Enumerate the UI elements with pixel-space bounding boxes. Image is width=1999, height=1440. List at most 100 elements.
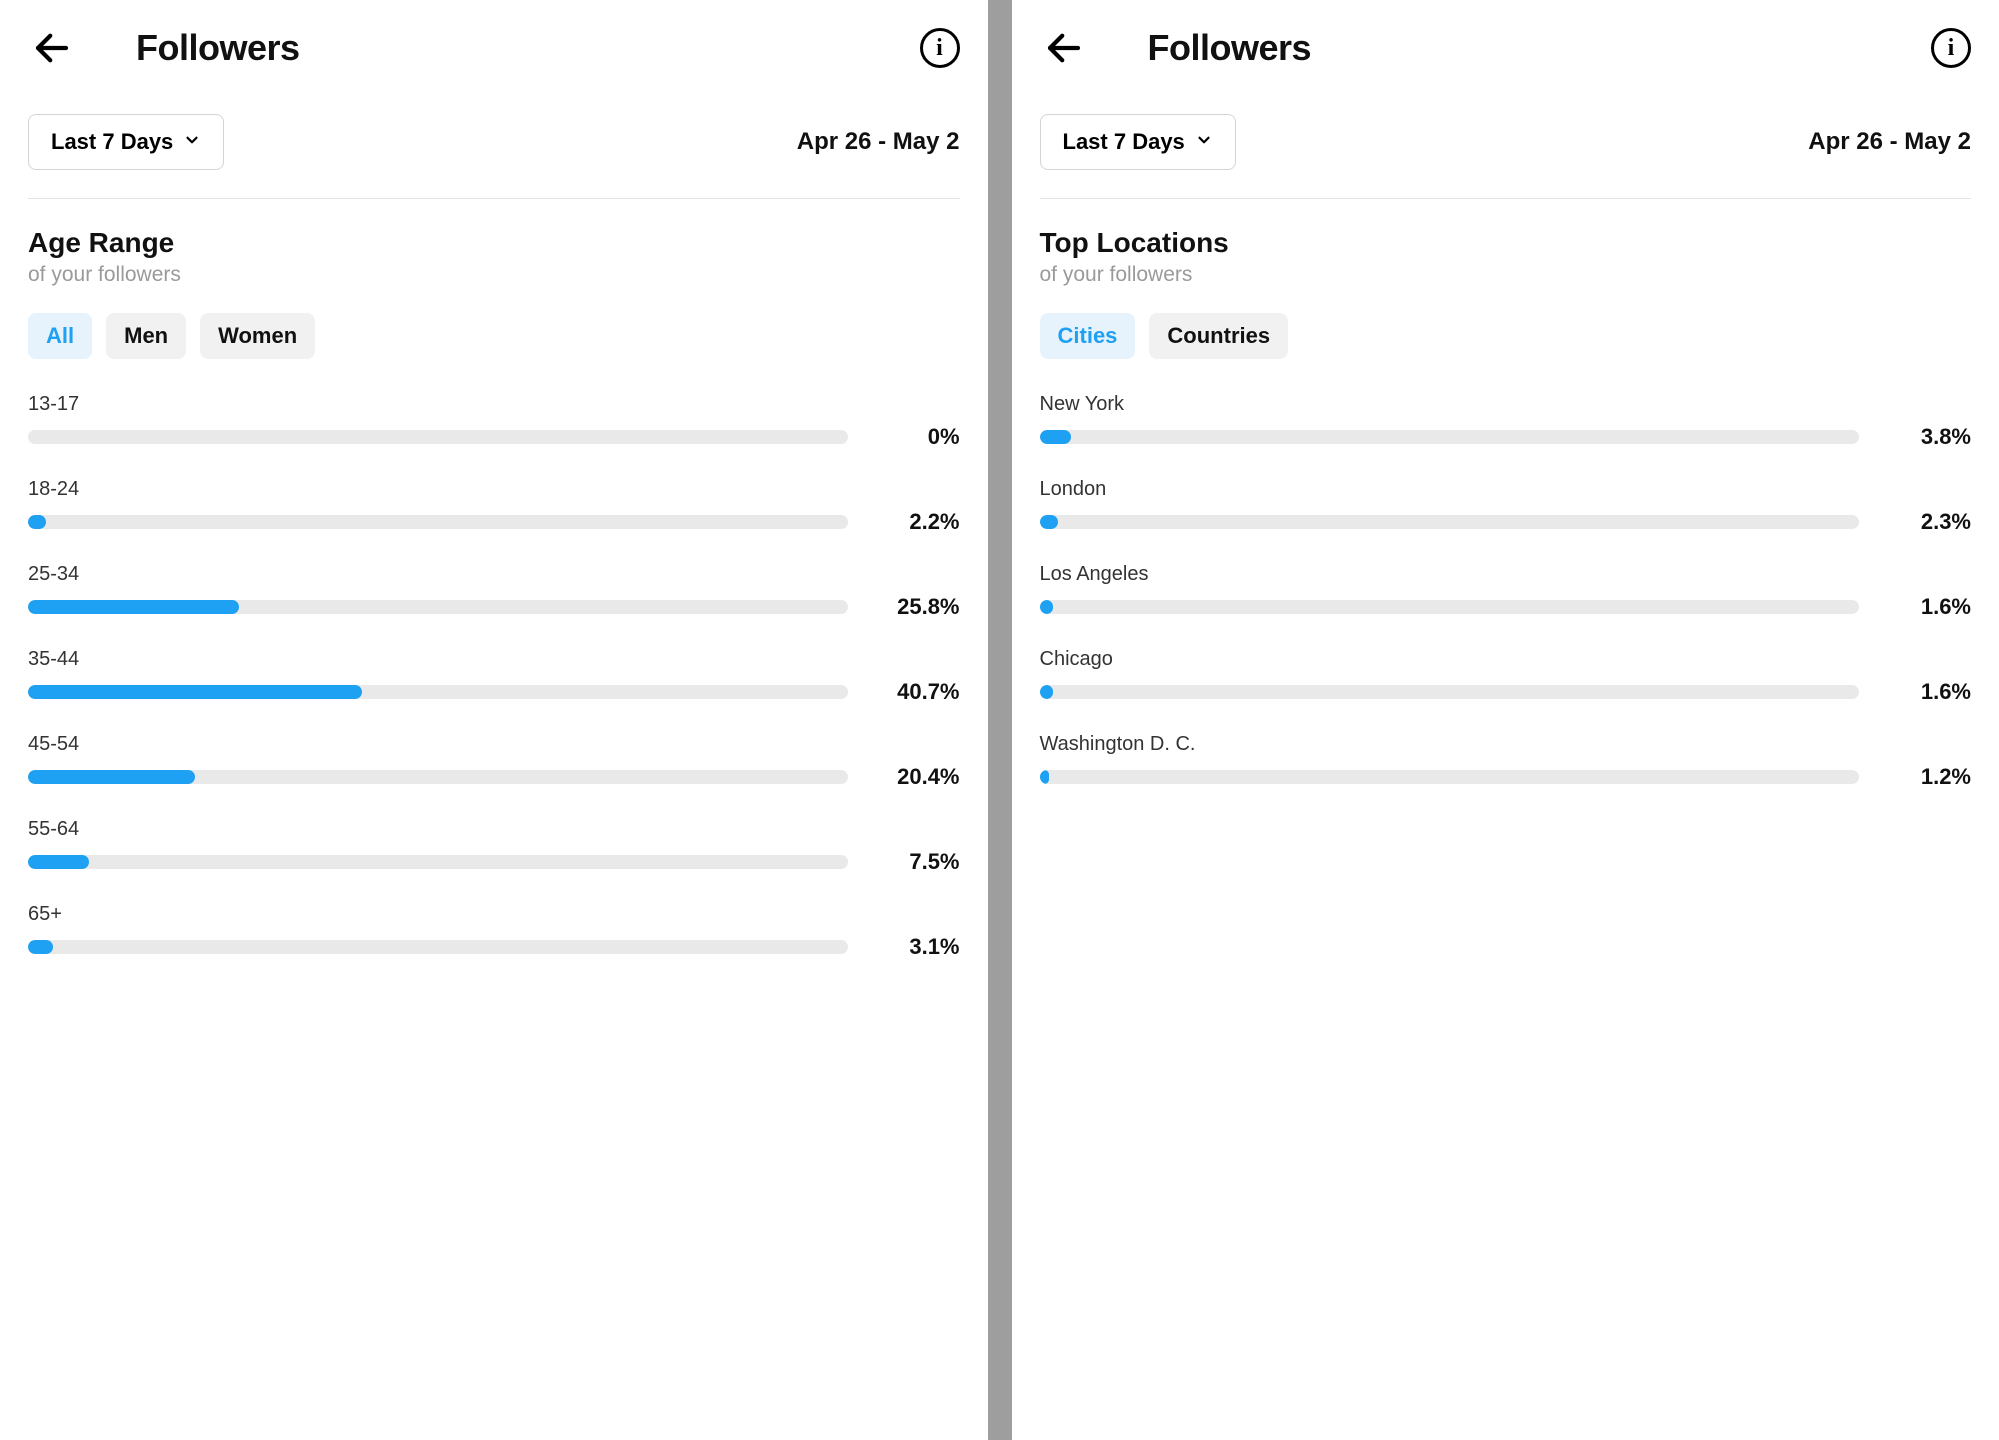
bar-line: 1.6%: [1040, 679, 1972, 705]
header: Followers i: [1040, 24, 1972, 72]
bar-track: [1040, 600, 1860, 614]
header-left: Followers: [28, 24, 300, 72]
bar-value: 25.8%: [870, 594, 960, 620]
bar-label: Los Angeles: [1040, 563, 1972, 586]
bar-value: 1.6%: [1881, 679, 1971, 705]
bar-label: 25-34: [28, 563, 960, 586]
section-title: Top Locations: [1040, 227, 1972, 259]
date-range-text: Apr 26 - May 2: [797, 128, 960, 156]
followers-location-panel: Followers i Last 7 Days Apr 26 - May 2 T…: [1012, 0, 1999, 1440]
range-label: Last 7 Days: [51, 129, 173, 155]
bar-line: 1.2%: [1040, 764, 1972, 790]
bar-label: 55-64: [28, 818, 960, 841]
bar-line: 2.2%: [28, 509, 960, 535]
info-icon[interactable]: i: [920, 28, 960, 68]
bar-track: [28, 600, 848, 614]
bar-value: 2.3%: [1881, 509, 1971, 535]
section-title: Age Range: [28, 227, 960, 259]
bar-row: 35-44 40.7%: [28, 648, 960, 705]
segment-tabs: Cities Countries: [1040, 313, 1972, 359]
bar-label: London: [1040, 478, 1972, 501]
bar-value: 7.5%: [870, 849, 960, 875]
bar-track: [28, 770, 848, 784]
section-subtitle: of your followers: [28, 263, 960, 287]
bar-value: 20.4%: [870, 764, 960, 790]
back-arrow-icon[interactable]: [28, 24, 76, 72]
bar-fill: [28, 855, 89, 869]
bar-row: 25-34 25.8%: [28, 563, 960, 620]
bar-label: 35-44: [28, 648, 960, 671]
header: Followers i: [28, 24, 960, 72]
bar-row: 45-54 20.4%: [28, 733, 960, 790]
filter-row: Last 7 Days Apr 26 - May 2: [28, 114, 960, 199]
header-left: Followers: [1040, 24, 1312, 72]
bar-label: Washington D. C.: [1040, 733, 1972, 756]
bar-line: 0%: [28, 424, 960, 450]
bar-label: 65+: [28, 903, 960, 926]
bar-line: 2.3%: [1040, 509, 1972, 535]
bar-track: [28, 515, 848, 529]
bar-fill: [1040, 685, 1053, 699]
bar-row: London 2.3%: [1040, 478, 1972, 535]
page-title: Followers: [1148, 27, 1312, 69]
date-range-dropdown[interactable]: Last 7 Days: [28, 114, 224, 170]
bar-label: Chicago: [1040, 648, 1972, 671]
bar-line: 1.6%: [1040, 594, 1972, 620]
bar-value: 1.2%: [1881, 764, 1971, 790]
bar-label: 45-54: [28, 733, 960, 756]
range-label: Last 7 Days: [1063, 129, 1185, 155]
bar-row: 55-64 7.5%: [28, 818, 960, 875]
tab-men[interactable]: Men: [106, 313, 186, 359]
tab-countries[interactable]: Countries: [1149, 313, 1288, 359]
bar-line: 7.5%: [28, 849, 960, 875]
bar-row: Washington D. C. 1.2%: [1040, 733, 1972, 790]
chevron-down-icon: [183, 131, 201, 154]
tab-women[interactable]: Women: [200, 313, 315, 359]
info-icon[interactable]: i: [1931, 28, 1971, 68]
bar-row: Chicago 1.6%: [1040, 648, 1972, 705]
bar-fill: [28, 685, 362, 699]
filter-row: Last 7 Days Apr 26 - May 2: [1040, 114, 1972, 199]
bar-fill: [1040, 515, 1059, 529]
bar-value: 2.2%: [870, 509, 960, 535]
bar-track: [28, 855, 848, 869]
bar-track: [1040, 685, 1860, 699]
tab-all[interactable]: All: [28, 313, 92, 359]
bar-label: 18-24: [28, 478, 960, 501]
date-range-dropdown[interactable]: Last 7 Days: [1040, 114, 1236, 170]
bar-label: New York: [1040, 393, 1972, 416]
bar-track: [28, 430, 848, 444]
followers-age-panel: Followers i Last 7 Days Apr 26 - May 2 A…: [0, 0, 988, 1440]
chevron-down-icon: [1195, 131, 1213, 154]
page-title: Followers: [136, 27, 300, 69]
bar-value: 40.7%: [870, 679, 960, 705]
bar-label: 13-17: [28, 393, 960, 416]
back-arrow-icon[interactable]: [1040, 24, 1088, 72]
bar-line: 3.1%: [28, 934, 960, 960]
bar-track: [1040, 515, 1860, 529]
bar-line: 3.8%: [1040, 424, 1972, 450]
bar-track: [1040, 430, 1860, 444]
date-range-text: Apr 26 - May 2: [1808, 128, 1971, 156]
bar-fill: [28, 770, 195, 784]
bar-value: 0%: [870, 424, 960, 450]
bar-line: 20.4%: [28, 764, 960, 790]
bar-fill: [1040, 770, 1050, 784]
bar-fill: [28, 940, 53, 954]
bar-row: Los Angeles 1.6%: [1040, 563, 1972, 620]
segment-tabs: All Men Women: [28, 313, 960, 359]
bar-track: [1040, 770, 1860, 784]
section-subtitle: of your followers: [1040, 263, 1972, 287]
bar-row: 18-24 2.2%: [28, 478, 960, 535]
bar-row: New York 3.8%: [1040, 393, 1972, 450]
bar-track: [28, 685, 848, 699]
bar-value: 1.6%: [1881, 594, 1971, 620]
bar-fill: [28, 515, 46, 529]
location-bars: New York3.8%London2.3%Los Angeles1.6%Chi…: [1040, 393, 1972, 790]
bar-row: 65+ 3.1%: [28, 903, 960, 960]
tab-cities[interactable]: Cities: [1040, 313, 1136, 359]
bar-fill: [1040, 430, 1071, 444]
bar-row: 13-17 0%: [28, 393, 960, 450]
bar-track: [28, 940, 848, 954]
bar-line: 40.7%: [28, 679, 960, 705]
